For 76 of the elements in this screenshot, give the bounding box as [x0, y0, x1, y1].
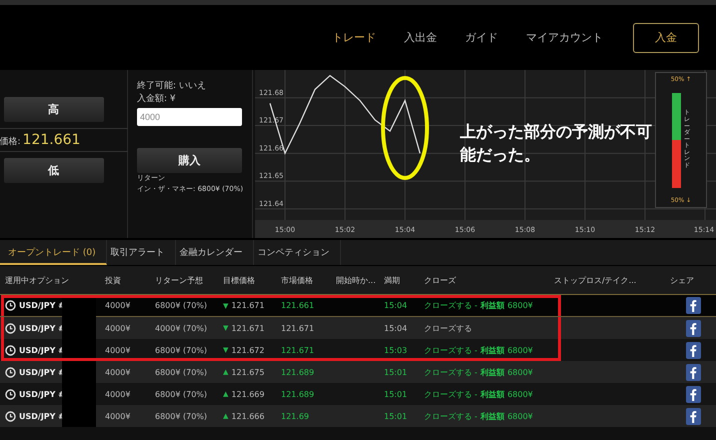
column-header: ストップロス/テイク...	[553, 274, 638, 286]
table-cell-text: 4000¥	[104, 368, 132, 376]
table-cell-text: 6800¥ (70%)	[154, 412, 208, 420]
table-cell-text: 4000¥	[104, 346, 132, 354]
table-cell-text: 6800¥ (70%)	[154, 346, 208, 354]
column-header: リターン予想	[154, 274, 204, 286]
clock-icon	[5, 344, 16, 356]
table-cell-text: 121.671	[280, 346, 316, 354]
nav-link[interactable]: トレード	[332, 30, 376, 45]
table-cell-text: 15:01	[383, 390, 408, 398]
nav-link[interactable]: 入出金	[404, 30, 437, 45]
table-cell-text: 4000¥	[104, 412, 132, 420]
close-link[interactable]: クローズする	[419, 322, 549, 334]
clock-icon	[5, 322, 16, 334]
table-cell-text: 15:01	[383, 412, 408, 420]
column-header: 満期	[383, 274, 401, 286]
target-price: 121.672	[231, 346, 264, 354]
column-header: シェア	[669, 274, 695, 286]
table-cell-text: 15:01	[383, 368, 408, 376]
column-header: 目標価格	[222, 274, 256, 286]
tab[interactable]: 金融カレンダー	[176, 240, 254, 265]
clock-icon	[5, 366, 16, 378]
clock-icon	[5, 300, 16, 311]
table-cell-text: 121.689	[280, 368, 316, 376]
table-cell-text: 6800¥ (70%)	[154, 301, 208, 310]
column-header: 運用中オプション	[4, 274, 70, 286]
table-cell-text: 4000¥	[104, 324, 132, 332]
table-cell-text: 4000¥ (70%)	[154, 324, 208, 332]
close-link[interactable]: クローズする - 利益額 6800¥	[419, 366, 549, 378]
facebook-share-icon[interactable]	[686, 297, 700, 314]
redaction-block	[62, 361, 96, 383]
redaction-block	[62, 405, 96, 427]
column-header: クローズ	[423, 274, 457, 286]
close-link[interactable]: クローズする - 利益額 6800¥	[419, 388, 549, 400]
nav-link[interactable]: マイアカウント	[526, 30, 603, 45]
facebook-share-icon[interactable]	[686, 386, 700, 402]
close-link[interactable]: クローズする - 利益額 6800¥	[419, 300, 549, 311]
close-link[interactable]: クローズする - 利益額 6800¥	[419, 410, 549, 422]
target-price: 121.671	[231, 324, 264, 332]
table-cell-text: 121.689	[280, 390, 316, 398]
target-price: 121.666	[231, 412, 264, 420]
high-button[interactable]: 高	[4, 97, 104, 122]
tab[interactable]: コンペティション	[254, 240, 341, 265]
table-cell-text: 6800¥ (70%)	[154, 390, 208, 398]
target-price: 121.671	[231, 301, 264, 310]
tab[interactable]: 取引アラート	[106, 240, 176, 265]
table-cell-text: 15:03	[383, 346, 408, 354]
clock-icon	[5, 410, 16, 422]
buy-button[interactable]: 購入	[137, 148, 242, 173]
clock-icon	[5, 388, 16, 400]
price-value: 121.661	[22, 132, 80, 148]
amount-field[interactable]: 4000	[137, 108, 242, 126]
column-header: 市場価格	[280, 274, 314, 286]
amount-label: 入金額: ¥	[137, 93, 177, 106]
table-cell-text: 15:04	[383, 324, 408, 332]
target-price: 121.675	[231, 368, 264, 376]
column-header: 投資	[104, 274, 122, 286]
table-cell-text: 4000¥	[104, 390, 132, 398]
facebook-share-icon[interactable]	[686, 320, 700, 336]
table-cell-text: 15:04	[383, 301, 408, 310]
table-cell-text: 121.661	[280, 301, 316, 310]
close-link[interactable]: クローズする - 利益額 6800¥	[419, 344, 549, 356]
facebook-share-icon[interactable]	[686, 408, 700, 424]
table-cell-text: 121.69	[280, 412, 310, 420]
table-cell-text: 121.671	[280, 324, 316, 332]
table-cell-text: 6800¥ (70%)	[154, 368, 208, 376]
annotation-caption: 上がった部分の予測が不可能だった。	[460, 121, 653, 166]
nav-link[interactable]: ガイド	[465, 30, 498, 45]
low-button[interactable]: 低	[4, 158, 104, 183]
column-header: 開始時か...	[335, 274, 377, 286]
deposit-button[interactable]: 入金	[633, 22, 699, 52]
facebook-share-icon[interactable]	[686, 342, 700, 358]
expiry-note: 終了可能: いいえ	[137, 80, 207, 93]
facebook-share-icon[interactable]	[686, 364, 700, 380]
target-price: 121.669	[231, 390, 264, 398]
table-cell-text: 4000¥	[104, 301, 132, 310]
